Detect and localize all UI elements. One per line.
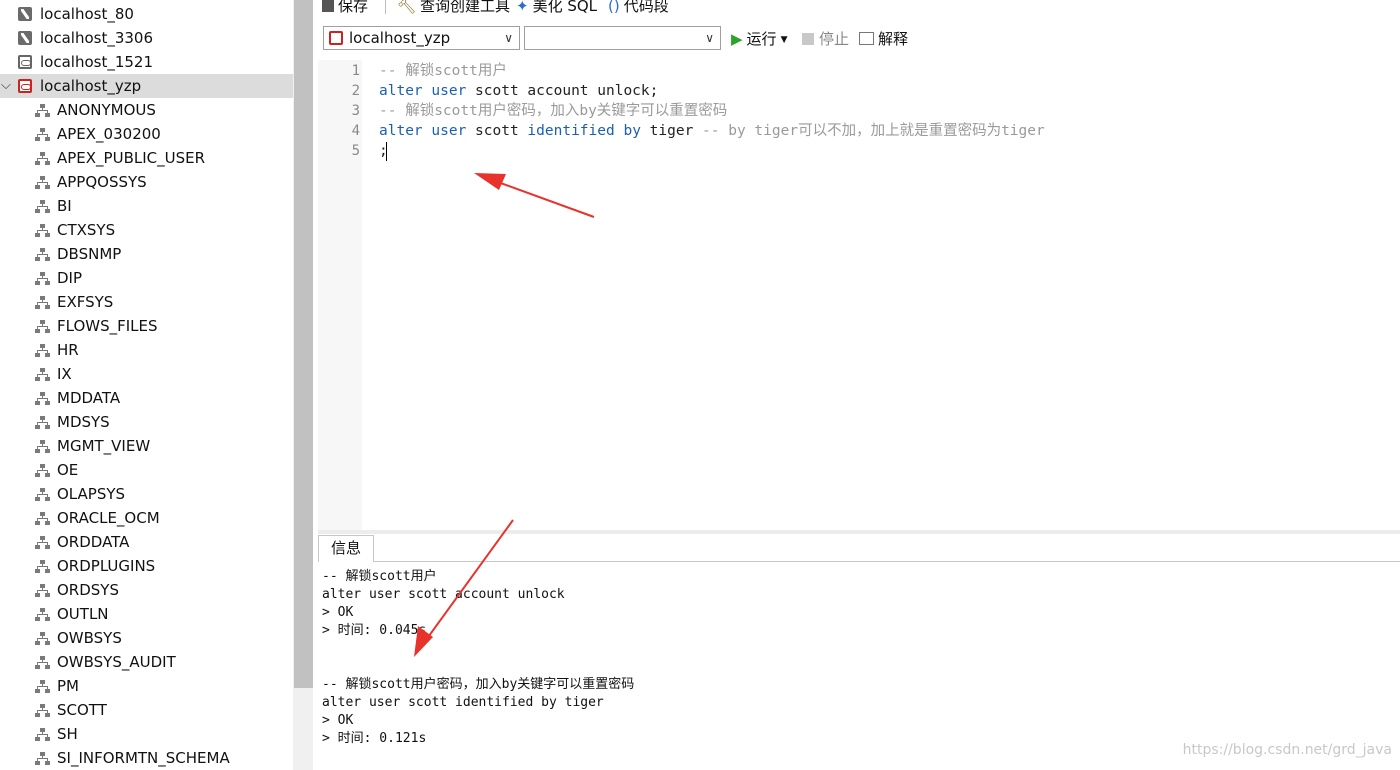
- annotation-arrows: [414, 173, 595, 657]
- annotation-arrow-editor: [474, 173, 595, 218]
- watermark: https://blog.csdn.net/grd_java: [1182, 742, 1392, 758]
- annotation-arrow-output: [414, 519, 514, 657]
